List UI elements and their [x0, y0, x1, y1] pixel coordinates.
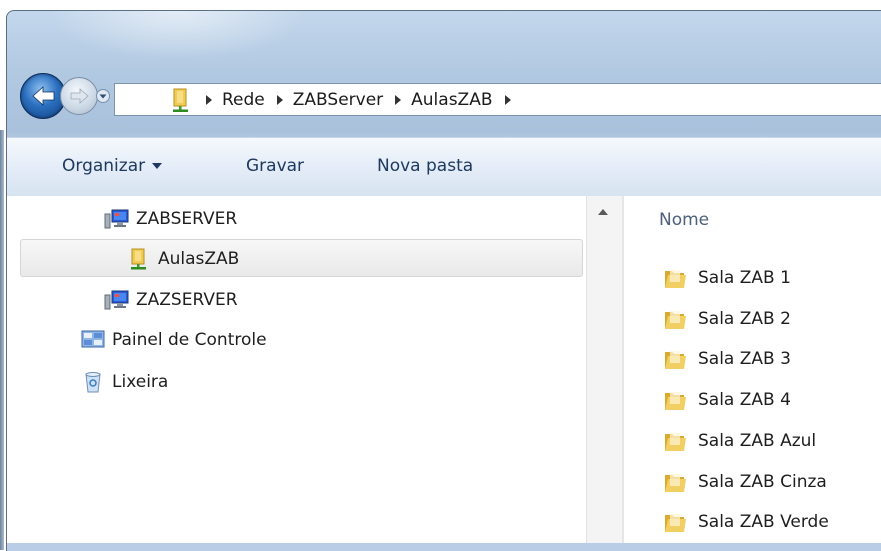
shared-folder-icon: [173, 88, 188, 112]
file-name: Sala ZAB 3: [698, 349, 791, 369]
breadcrumb-item-rede[interactable]: Rede: [222, 90, 265, 110]
nav-item-zabserver[interactable]: ZABSERVER: [104, 204, 237, 234]
file-name: Sala ZAB 2: [698, 309, 791, 329]
nav-item-label: ZAZSERVER: [136, 290, 238, 310]
recent-pages-dropdown-icon[interactable]: [96, 89, 110, 103]
folder-icon: [665, 311, 686, 329]
folder-icon: [665, 514, 686, 532]
back-arrow-icon: [32, 86, 55, 106]
nav-selection-highlight: [20, 239, 583, 277]
list-item[interactable]: Sala ZAB Cinza: [662, 468, 827, 496]
nav-item-painel-de-controle[interactable]: Painel de Controle: [80, 325, 267, 355]
nav-item-label: Painel de Controle: [112, 330, 267, 350]
list-item[interactable]: Sala ZAB 2: [662, 305, 791, 333]
organize-label: Organizar: [62, 156, 146, 176]
nav-item-lixeira[interactable]: Lixeira: [80, 367, 168, 397]
folder-icon: [665, 392, 686, 410]
nav-item-aulaszab[interactable]: AulasZAB: [126, 244, 239, 274]
nav-pane-scrollbar[interactable]: [586, 196, 623, 543]
scroll-up-arrow-icon[interactable]: [598, 209, 608, 215]
list-item[interactable]: Sala ZAB Azul: [662, 427, 816, 455]
breadcrumb-separator-icon[interactable]: [276, 95, 283, 105]
list-item[interactable]: Sala ZAB 3: [662, 345, 791, 373]
breadcrumb-separator-icon[interactable]: [504, 95, 511, 105]
file-name: Sala ZAB Azul: [698, 431, 817, 451]
list-item[interactable]: Sala ZAB Verde: [662, 508, 829, 536]
list-item[interactable]: Sala ZAB 1: [662, 264, 791, 292]
organize-button[interactable]: Organizar: [62, 156, 163, 176]
network-computer-icon: [104, 290, 129, 310]
breadcrumb-item-zabserver[interactable]: ZABServer: [293, 90, 383, 110]
nav-item-label: ZABSERVER: [136, 209, 238, 229]
nav-item-zazserver[interactable]: ZAZSERVER: [104, 285, 238, 315]
file-name: Sala ZAB Verde: [698, 512, 829, 532]
control-panel-icon: [81, 330, 105, 348]
folder-icon: [665, 351, 686, 369]
window-left-border: [0, 130, 4, 550]
new-folder-button[interactable]: Nova pasta: [377, 156, 473, 176]
breadcrumb-separator-icon[interactable]: [395, 95, 402, 105]
folder-icon: [665, 433, 686, 451]
file-name: Sala ZAB Cinza: [698, 472, 827, 492]
list-item[interactable]: Sala ZAB 4: [662, 386, 791, 414]
breadcrumb-item-aulaszab[interactable]: AulasZAB: [411, 90, 492, 110]
column-header-name[interactable]: Nome: [659, 210, 709, 230]
recycle-bin-icon: [85, 372, 101, 393]
chevron-down-icon: [152, 163, 163, 169]
network-computer-icon: [104, 209, 129, 229]
shared-folder-icon: [131, 248, 146, 270]
forward-button[interactable]: [60, 77, 98, 115]
file-name: Sala ZAB 4: [698, 390, 791, 410]
folder-icon: [665, 270, 686, 288]
breadcrumb: Rede ZABServer AulasZAB: [206, 89, 521, 111]
forward-arrow-icon: [70, 88, 89, 104]
nav-item-label: AulasZAB: [158, 249, 240, 269]
file-name: Sala ZAB 1: [698, 268, 791, 288]
breadcrumb-separator-icon[interactable]: [206, 95, 212, 105]
nav-item-label: Lixeira: [112, 372, 169, 392]
title-glow: [47, 11, 307, 61]
folder-icon: [665, 474, 686, 492]
burn-button[interactable]: Gravar: [246, 156, 304, 176]
